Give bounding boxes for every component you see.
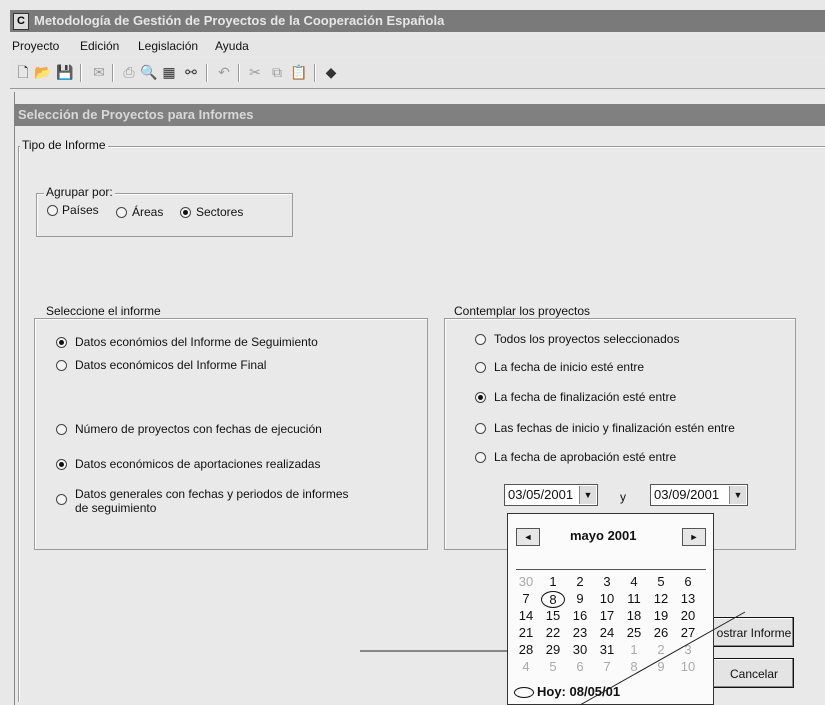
annotation-line: [579, 611, 746, 705]
annotation-lines: [360, 611, 746, 705]
